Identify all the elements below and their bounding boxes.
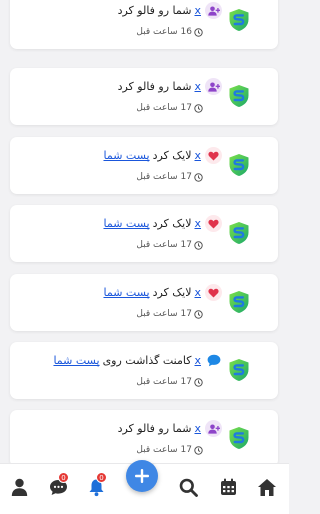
time-unit-label: ساعت قبل (136, 240, 178, 250)
time-value: 17 (180, 172, 192, 182)
chat-bubble-icon (205, 352, 222, 369)
time-value: 16 (180, 27, 192, 37)
notification-card[interactable]: x شما رو فالو کرد 16 ساعت قبل (10, 0, 278, 49)
heart-icon (205, 215, 222, 232)
app-shield-logo (229, 427, 249, 449)
notification-text: شما رو فالو کرد (117, 4, 192, 17)
time-value: 17 (180, 377, 192, 387)
notification-message: x لایک کرد پست شما (103, 147, 222, 164)
notification-time: 17 ساعت قبل (136, 445, 203, 455)
time-unit-label: ساعت قبل (136, 27, 178, 37)
notification-card[interactable]: x لایک کرد پست شما 17 ساعت قبل (10, 205, 278, 262)
time-value: 17 (180, 103, 192, 113)
notification-message: x شما رو فالو کرد (118, 420, 222, 437)
notification-username-link[interactable]: x (194, 80, 201, 93)
notification-text: لایک کرد (152, 217, 192, 230)
app-shield-logo (229, 9, 249, 31)
notifications-feed: x شما رو فالو کرد 16 ساعت قبل x شما رو فالو ک… (0, 0, 289, 463)
app-logo-icon (228, 290, 250, 314)
notification-username-link[interactable]: x (194, 286, 201, 299)
app-shield-logo (229, 85, 249, 107)
app-logo-icon (228, 358, 250, 382)
user-plus-icon (205, 420, 222, 437)
app-logo-icon (228, 426, 250, 450)
profile-icon[interactable] (8, 476, 30, 498)
notification-card[interactable]: x لایک کرد پست شما 17 ساعت قبل (10, 137, 278, 194)
clock-icon (194, 27, 203, 37)
time-value: 17 (180, 240, 192, 250)
notification-text: کامنت گذاشت روی (102, 354, 192, 367)
notification-username-link[interactable]: x (194, 149, 201, 162)
notifications-badge: 0 (96, 472, 107, 483)
app-logo-icon (228, 8, 250, 32)
user-plus-icon (205, 2, 222, 19)
notification-text: لایک کرد (152, 286, 192, 299)
search-icon[interactable] (177, 476, 199, 498)
time-value: 17 (180, 309, 192, 319)
app-logo-icon (228, 221, 250, 245)
app-shield-logo (229, 359, 249, 381)
time-unit-label: ساعت قبل (136, 309, 178, 319)
user-plus-icon (205, 78, 222, 95)
post-link[interactable]: پست شما (103, 217, 149, 230)
notification-text: لایک کرد (152, 149, 192, 162)
home-icon[interactable] (256, 476, 278, 498)
app-shield-logo (229, 154, 249, 176)
clock-icon (194, 103, 203, 113)
notification-time: 17 ساعت قبل (136, 103, 203, 113)
app-shield-logo (229, 222, 249, 244)
app-logo-icon (228, 84, 250, 108)
notification-time: 16 ساعت قبل (136, 27, 203, 37)
notification-card[interactable]: x شما رو فالو کرد 17 ساعت قبل (10, 68, 278, 125)
clock-icon (194, 309, 203, 319)
post-link[interactable]: پست شما (103, 286, 149, 299)
clock-icon (194, 377, 203, 387)
notification-text: شما رو فالو کرد (117, 80, 192, 93)
heart-icon (205, 284, 222, 301)
notification-time: 17 ساعت قبل (136, 172, 203, 182)
notification-message: x شما رو فالو کرد (118, 78, 222, 95)
clock-icon (194, 445, 203, 455)
plus-icon (135, 469, 149, 483)
notification-message: x لایک کرد پست شما (103, 215, 222, 232)
notification-message: x لایک کرد پست شما (103, 284, 222, 301)
notification-time: 17 ساعت قبل (136, 309, 203, 319)
add-post-button[interactable] (126, 460, 158, 492)
notification-card[interactable]: x لایک کرد پست شما 17 ساعت قبل (10, 274, 278, 331)
notification-text: شما رو فالو کرد (117, 422, 192, 435)
notification-message: x شما رو فالو کرد (118, 2, 222, 19)
post-link[interactable]: پست شما (53, 354, 99, 367)
heart-icon (205, 147, 222, 164)
clock-icon (194, 172, 203, 182)
time-unit-label: ساعت قبل (136, 103, 178, 113)
time-value: 17 (180, 445, 192, 455)
notification-username-link[interactable]: x (194, 4, 201, 17)
post-link[interactable]: پست شما (103, 149, 149, 162)
app-shield-logo (229, 291, 249, 313)
calendar-icon[interactable] (217, 476, 239, 498)
messages-badge: 0 (58, 472, 69, 483)
notification-message: x کامنت گذاشت روی پست شما (53, 352, 222, 369)
notifications-bell-icon[interactable]: 0 (85, 472, 107, 498)
messages-icon[interactable]: 0 (47, 472, 69, 498)
time-unit-label: ساعت قبل (136, 377, 178, 387)
notification-username-link[interactable]: x (194, 217, 201, 230)
notification-card[interactable]: x کامنت گذاشت روی پست شما 17 ساعت قبل (10, 342, 278, 399)
notification-time: 17 ساعت قبل (136, 240, 203, 250)
clock-icon (194, 240, 203, 250)
time-unit-label: ساعت قبل (136, 445, 178, 455)
notification-username-link[interactable]: x (194, 422, 201, 435)
notification-username-link[interactable]: x (194, 354, 201, 367)
notification-card[interactable]: x شما رو فالو کرد 17 ساعت قبل (10, 410, 278, 463)
bottom-navigation: 0 0 (0, 460, 289, 514)
app-logo-icon (228, 153, 250, 177)
time-unit-label: ساعت قبل (136, 172, 178, 182)
notification-time: 17 ساعت قبل (136, 377, 203, 387)
